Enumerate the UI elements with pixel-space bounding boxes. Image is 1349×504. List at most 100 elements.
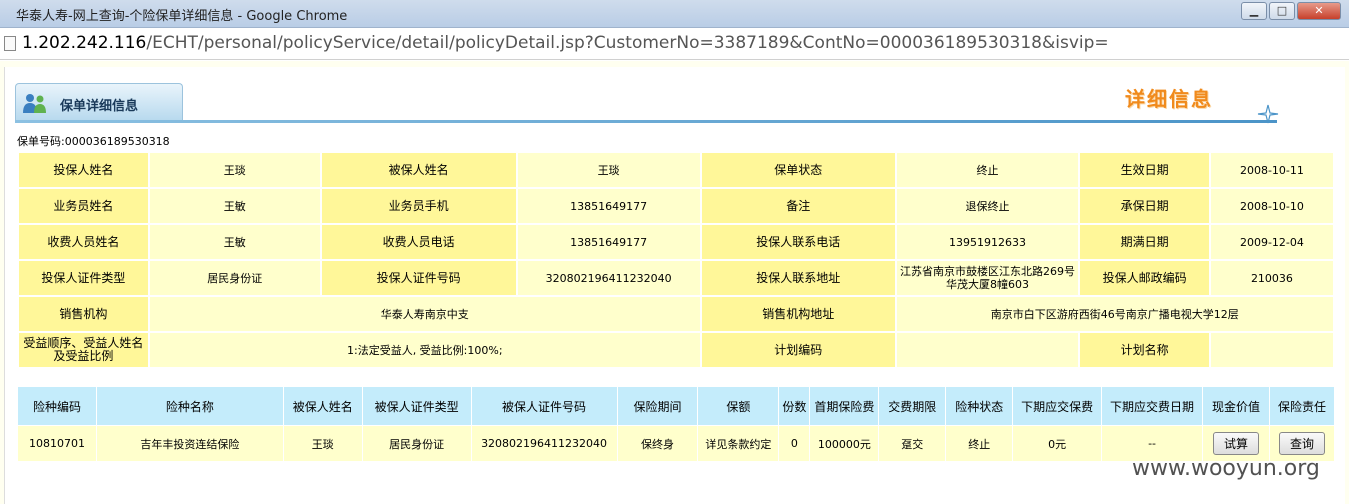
address-bar[interactable]: 1.202.242.116/ECHT/personal/policyServic…: [0, 28, 1349, 60]
table-cell: 趸交: [879, 426, 946, 461]
value-applicant-postcode: 210036: [1210, 261, 1333, 295]
detail-row: 业务员姓名 王敏 业务员手机 13851649177 备注 退保终止 承保日期 …: [19, 189, 1333, 223]
trial-calc-button[interactable]: 试算: [1212, 432, 1259, 455]
col-header: 保险期间: [617, 387, 698, 425]
value-applicant-id-number: 320802196411232040: [517, 261, 700, 295]
col-header: 被保人证件类型: [362, 387, 471, 425]
col-header: 交费期限: [879, 387, 946, 425]
label-insured-name: 被保人姓名: [321, 153, 516, 187]
product-table: 险种编码 险种名称 被保人姓名 被保人证件类型 被保人证件号码 保险期间 保额 …: [17, 386, 1335, 462]
label-sales-org: 销售机构: [19, 297, 148, 331]
policy-detail-table: 投保人姓名 王琰 被保人姓名 王琰 保单状态 终止 生效日期 2008-10-1…: [17, 151, 1335, 369]
table-cell: 终止: [946, 426, 1013, 461]
value-applicant-name: 王琰: [149, 153, 320, 187]
table-cell: 保终身: [617, 426, 698, 461]
table-cell: 100000元: [810, 426, 879, 461]
page-content: 保单详细信息 详细信息 保单号码:000036189530318 投保人姓名 王…: [0, 61, 1349, 504]
value-beneficiary: 1:法定受益人, 受益比例:100%;: [149, 333, 700, 367]
label-applicant-phone: 投保人联系电话: [701, 225, 895, 259]
value-collector-phone: 13851649177: [517, 225, 700, 259]
value-underwriting-date: 2008-10-10: [1210, 189, 1333, 223]
value-agent-name: 王敏: [149, 189, 320, 223]
table-cell: 0元: [1013, 426, 1102, 461]
table-cell: 吉年丰投资连结保险: [96, 426, 283, 461]
value-applicant-phone: 13951912633: [896, 225, 1079, 259]
detail-row: 受益顺序、受益人姓名及受益比例 1:法定受益人, 受益比例:100%; 计划编码…: [19, 333, 1333, 367]
window-controls: ▁ □ ✕: [1241, 2, 1341, 20]
watermark-text: www.wooyun.org: [1132, 456, 1320, 481]
table-cell: 320802196411232040: [471, 426, 617, 461]
label-collector-phone: 收费人员电话: [321, 225, 516, 259]
value-insured-name: 王琰: [517, 153, 700, 187]
value-plan-code: [896, 333, 1079, 367]
label-applicant-id-type: 投保人证件类型: [19, 261, 148, 295]
product-header-row: 险种编码 险种名称 被保人姓名 被保人证件类型 被保人证件号码 保险期间 保额 …: [18, 387, 1334, 425]
value-applicant-address: 江苏省南京市鼓楼区江东北路269号华茂大厦8幢603: [896, 261, 1079, 295]
col-header: 险种状态: [946, 387, 1013, 425]
label-applicant-id-number: 投保人证件号码: [321, 261, 516, 295]
page-icon: [4, 36, 16, 51]
label-agent-mobile: 业务员手机: [321, 189, 516, 223]
url-host: 1.202.242.116: [22, 33, 147, 53]
value-effective-date: 2008-10-11: [1210, 153, 1333, 187]
url-path: /ECHT/personal/policyService/detail/poli…: [146, 33, 1109, 53]
col-header: 保额: [698, 387, 779, 425]
table-cell: 详见条款约定: [698, 426, 779, 461]
label-expiry-date: 期满日期: [1080, 225, 1209, 259]
col-header: 首期保险费: [810, 387, 879, 425]
detail-info-banner: 详细信息: [1125, 87, 1213, 111]
people-icon: [23, 94, 46, 113]
value-agent-mobile: 13851649177: [517, 189, 700, 223]
label-collector-name: 收费人员姓名: [19, 225, 148, 259]
query-button[interactable]: 查询: [1278, 432, 1325, 455]
label-applicant-address: 投保人联系地址: [701, 261, 895, 295]
label-remark: 备注: [701, 189, 895, 223]
value-applicant-id-type: 居民身份证: [149, 261, 320, 295]
value-policy-status: 终止: [896, 153, 1079, 187]
col-header: 份数: [779, 387, 810, 425]
url-text[interactable]: 1.202.242.116/ECHT/personal/policyServic…: [22, 33, 1109, 53]
policy-number: 保单号码:000036189530318: [17, 135, 170, 148]
label-underwriting-date: 承保日期: [1080, 189, 1209, 223]
label-plan-code: 计划编码: [701, 333, 895, 367]
label-agent-name: 业务员姓名: [19, 189, 148, 223]
close-button[interactable]: ✕: [1297, 2, 1341, 20]
window-titlebar: 华泰人寿-网上查询-个险保单详细信息 - Google Chrome ▁ □ ✕: [0, 0, 1349, 28]
label-applicant-name: 投保人姓名: [19, 153, 148, 187]
tab-underline: [15, 120, 1277, 123]
label-applicant-postcode: 投保人邮政编码: [1080, 261, 1209, 295]
col-header: 下期应交费日期: [1102, 387, 1202, 425]
value-remark: 退保终止: [896, 189, 1079, 223]
maximize-button[interactable]: □: [1269, 2, 1295, 20]
col-header: 被保人证件号码: [471, 387, 617, 425]
table-cell: 0: [779, 426, 810, 461]
value-plan-name: [1210, 333, 1333, 367]
col-header: 保险责任: [1269, 387, 1334, 425]
value-expiry-date: 2009-12-04: [1210, 225, 1333, 259]
col-header: 险种名称: [96, 387, 283, 425]
detail-row: 收费人员姓名 王敏 收费人员电话 13851649177 投保人联系电话 139…: [19, 225, 1333, 259]
table-cell: 王琰: [283, 426, 362, 461]
detail-row: 投保人姓名 王琰 被保人姓名 王琰 保单状态 终止 生效日期 2008-10-1…: [19, 153, 1333, 187]
col-header: 现金价值: [1203, 387, 1269, 425]
label-effective-date: 生效日期: [1080, 153, 1209, 187]
label-plan-name: 计划名称: [1080, 333, 1209, 367]
tab-policy-detail[interactable]: 保单详细信息: [15, 83, 183, 121]
window-title: 华泰人寿-网上查询-个险保单详细信息 - Google Chrome: [16, 9, 348, 24]
col-header: 险种编码: [18, 387, 96, 425]
detail-row: 投保人证件类型 居民身份证 投保人证件号码 320802196411232040…: [19, 261, 1333, 295]
tab-label: 保单详细信息: [60, 99, 139, 114]
detail-row: 销售机构 华泰人寿南京中支 销售机构地址 南京市白下区游府西街46号南京广播电视…: [19, 297, 1333, 331]
value-sales-org-address: 南京市白下区游府西街46号南京广播电视大学12层: [896, 297, 1333, 331]
minimize-button[interactable]: ▁: [1241, 2, 1267, 20]
content-frame: 保单详细信息 详细信息 保单号码:000036189530318 投保人姓名 王…: [4, 67, 1345, 504]
value-sales-org: 华泰人寿南京中支: [149, 297, 700, 331]
sparkle-icon: [1257, 104, 1279, 124]
label-beneficiary: 受益顺序、受益人姓名及受益比例: [19, 333, 148, 367]
col-header: 被保人姓名: [283, 387, 362, 425]
label-policy-status: 保单状态: [701, 153, 895, 187]
label-sales-org-address: 销售机构地址: [701, 297, 895, 331]
table-cell: 10810701: [18, 426, 96, 461]
table-cell: 居民身份证: [362, 426, 471, 461]
value-collector-name: 王敏: [149, 225, 320, 259]
